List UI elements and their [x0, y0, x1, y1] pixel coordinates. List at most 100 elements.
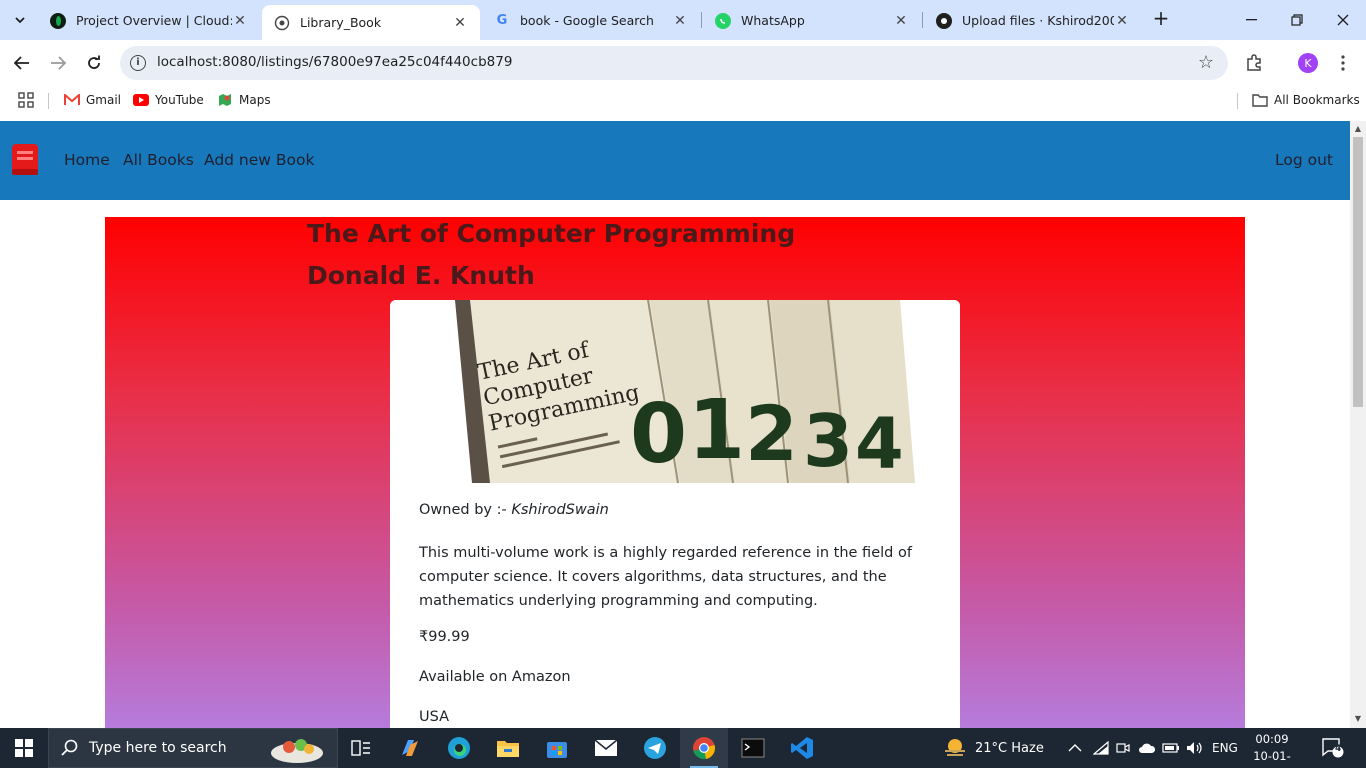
close-icon[interactable]: ✕ — [232, 13, 248, 29]
reload-icon — [88, 55, 100, 69]
minimize-button[interactable] — [1228, 0, 1274, 40]
store-icon — [547, 742, 567, 758]
bookmark-label: Gmail — [86, 93, 122, 107]
vscode-icon — [791, 737, 813, 759]
arrow-right-icon — [51, 56, 66, 70]
all-bookmarks-button[interactable]: All Bookmarks — [1252, 91, 1360, 109]
language-indicator[interactable]: ENG — [1212, 728, 1238, 768]
url-text[interactable]: localhost:8080/listings/67800e97ea25c04f… — [157, 54, 512, 70]
tab-project-overview[interactable]: Project Overview | Cloud: Mc ✕ — [38, 5, 260, 36]
cover-digit: 4 — [855, 403, 904, 483]
book-detail-section: The Art of Computer Programming Donald E… — [105, 217, 1245, 728]
globe-icon — [274, 15, 290, 31]
copilot-button[interactable] — [386, 728, 434, 768]
system-clock[interactable]: 00:09 10-01-2025 — [1242, 731, 1302, 768]
show-hidden-icons-button[interactable] — [1068, 728, 1082, 768]
mail-icon — [594, 739, 618, 756]
bookmark-label: YouTube — [155, 93, 204, 107]
restore-icon — [1291, 14, 1303, 26]
tab-whatsapp[interactable]: WhatsApp ✕ — [703, 5, 921, 36]
close-window-button[interactable] — [1320, 0, 1366, 40]
tab-google-search[interactable]: G book - Google Search ✕ — [482, 5, 700, 36]
tab-separator — [922, 12, 923, 28]
copilot-icon — [402, 740, 418, 756]
all-bookmarks-label: All Bookmarks — [1274, 93, 1360, 107]
close-icon[interactable]: ✕ — [1114, 13, 1130, 29]
chevron-up-icon — [1068, 744, 1082, 752]
store-button[interactable] — [533, 728, 581, 768]
taskbar-search-box[interactable]: Type here to search — [48, 728, 338, 768]
chevron-down-icon — [15, 16, 25, 23]
chrome-button[interactable] — [680, 728, 728, 768]
network-status[interactable] — [1093, 728, 1109, 768]
nav-add-book-link[interactable]: Add new Book — [204, 151, 314, 169]
wifi-icon — [1093, 741, 1109, 755]
weather-widget[interactable]: 21°C Haze — [943, 728, 1044, 768]
language-text: ENG — [1212, 741, 1238, 755]
bookmarks-bar: Gmail YouTube Maps All Bookmarks — [0, 86, 1366, 115]
book-availability: Available on Amazon — [419, 669, 571, 685]
scroll-down-icon[interactable]: ▼ — [1353, 714, 1363, 724]
nav-home-link[interactable]: Home — [64, 151, 110, 169]
notification-center-button[interactable]: 4 — [1322, 728, 1344, 768]
cover-digit: 0 — [630, 387, 687, 482]
battery-status[interactable] — [1162, 728, 1180, 768]
scrollbar-thumb[interactable] — [1353, 137, 1363, 407]
nav-all-books-link[interactable]: All Books — [123, 151, 194, 169]
windows-logo-icon — [15, 739, 33, 757]
apps-button[interactable] — [18, 91, 34, 109]
gmail-icon — [64, 93, 80, 107]
tab-library-book[interactable]: Library_Book ✕ — [262, 5, 480, 40]
book-logo-icon[interactable] — [11, 143, 41, 177]
bookmark-label: Maps — [239, 93, 271, 107]
profile-avatar[interactable]: K — [1298, 53, 1318, 73]
back-button[interactable] — [9, 50, 35, 76]
close-icon[interactable]: ✕ — [452, 15, 468, 31]
extensions-button[interactable] — [1241, 50, 1267, 76]
close-icon[interactable]: ✕ — [893, 13, 909, 29]
address-bar[interactable]: i localhost:8080/listings/67800e97ea25c0… — [120, 46, 1228, 80]
google-icon: G — [496, 13, 508, 28]
new-tab-button[interactable]: + — [1150, 8, 1172, 30]
start-button[interactable] — [0, 728, 48, 768]
onedrive-button[interactable] — [1138, 728, 1156, 768]
browser-menu-button[interactable] — [1330, 50, 1356, 76]
close-icon[interactable]: ✕ — [672, 13, 688, 29]
tab-title: book - Google Search — [520, 13, 654, 28]
site-info-icon[interactable]: i — [130, 55, 146, 71]
speaker-icon — [1187, 742, 1202, 754]
weather-text: 21°C Haze — [975, 740, 1044, 756]
bookmark-gmail[interactable]: Gmail — [64, 91, 121, 109]
bookmark-star-icon[interactable]: ☆ — [1198, 52, 1214, 73]
folder-icon — [497, 741, 519, 757]
volume-button[interactable] — [1186, 728, 1204, 768]
whatsapp-icon — [715, 12, 731, 29]
telegram-icon — [644, 737, 666, 759]
terminal-button[interactable] — [729, 728, 777, 768]
forward-button[interactable] — [45, 50, 71, 76]
task-view-button[interactable] — [337, 728, 385, 768]
vscode-button[interactable] — [778, 728, 826, 768]
page-scrollbar[interactable]: ▲ ▼ — [1350, 121, 1366, 728]
logout-link[interactable]: Log out — [1275, 151, 1333, 169]
file-explorer-button[interactable] — [484, 728, 532, 768]
meet-now-button[interactable] — [1116, 728, 1130, 768]
book-price: ₹99.99 — [419, 629, 470, 645]
reload-button[interactable] — [81, 50, 107, 76]
tab-search-button[interactable] — [6, 6, 34, 34]
bookmarks-separator — [48, 93, 49, 109]
mail-button[interactable] — [582, 728, 630, 768]
github-icon — [936, 12, 952, 29]
tab-github-upload[interactable]: Upload files · Kshirod2002/L ✕ — [924, 5, 1142, 36]
restore-button[interactable] — [1274, 0, 1320, 40]
book-author: Donald E. Knuth — [307, 261, 535, 290]
haze-weather-icon — [945, 739, 965, 756]
edge-icon — [448, 737, 470, 759]
maps-icon — [217, 93, 233, 107]
bookmark-maps[interactable]: Maps — [217, 91, 271, 109]
bookmark-youtube[interactable]: YouTube — [133, 91, 204, 109]
edge-button[interactable] — [435, 728, 483, 768]
telegram-button[interactable] — [631, 728, 679, 768]
browser-toolbar: i localhost:8080/listings/67800e97ea25c0… — [0, 40, 1366, 86]
scroll-up-icon[interactable]: ▲ — [1353, 124, 1363, 134]
